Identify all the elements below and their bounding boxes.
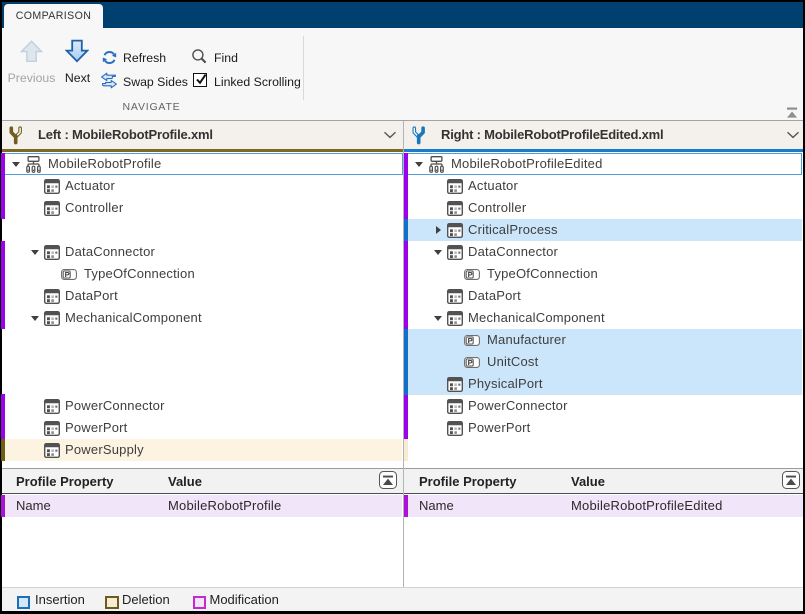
svg-text:P: P (468, 336, 473, 345)
svg-text:P: P (468, 270, 473, 279)
svg-text:P: P (468, 358, 473, 367)
svg-text:P: P (65, 270, 70, 279)
